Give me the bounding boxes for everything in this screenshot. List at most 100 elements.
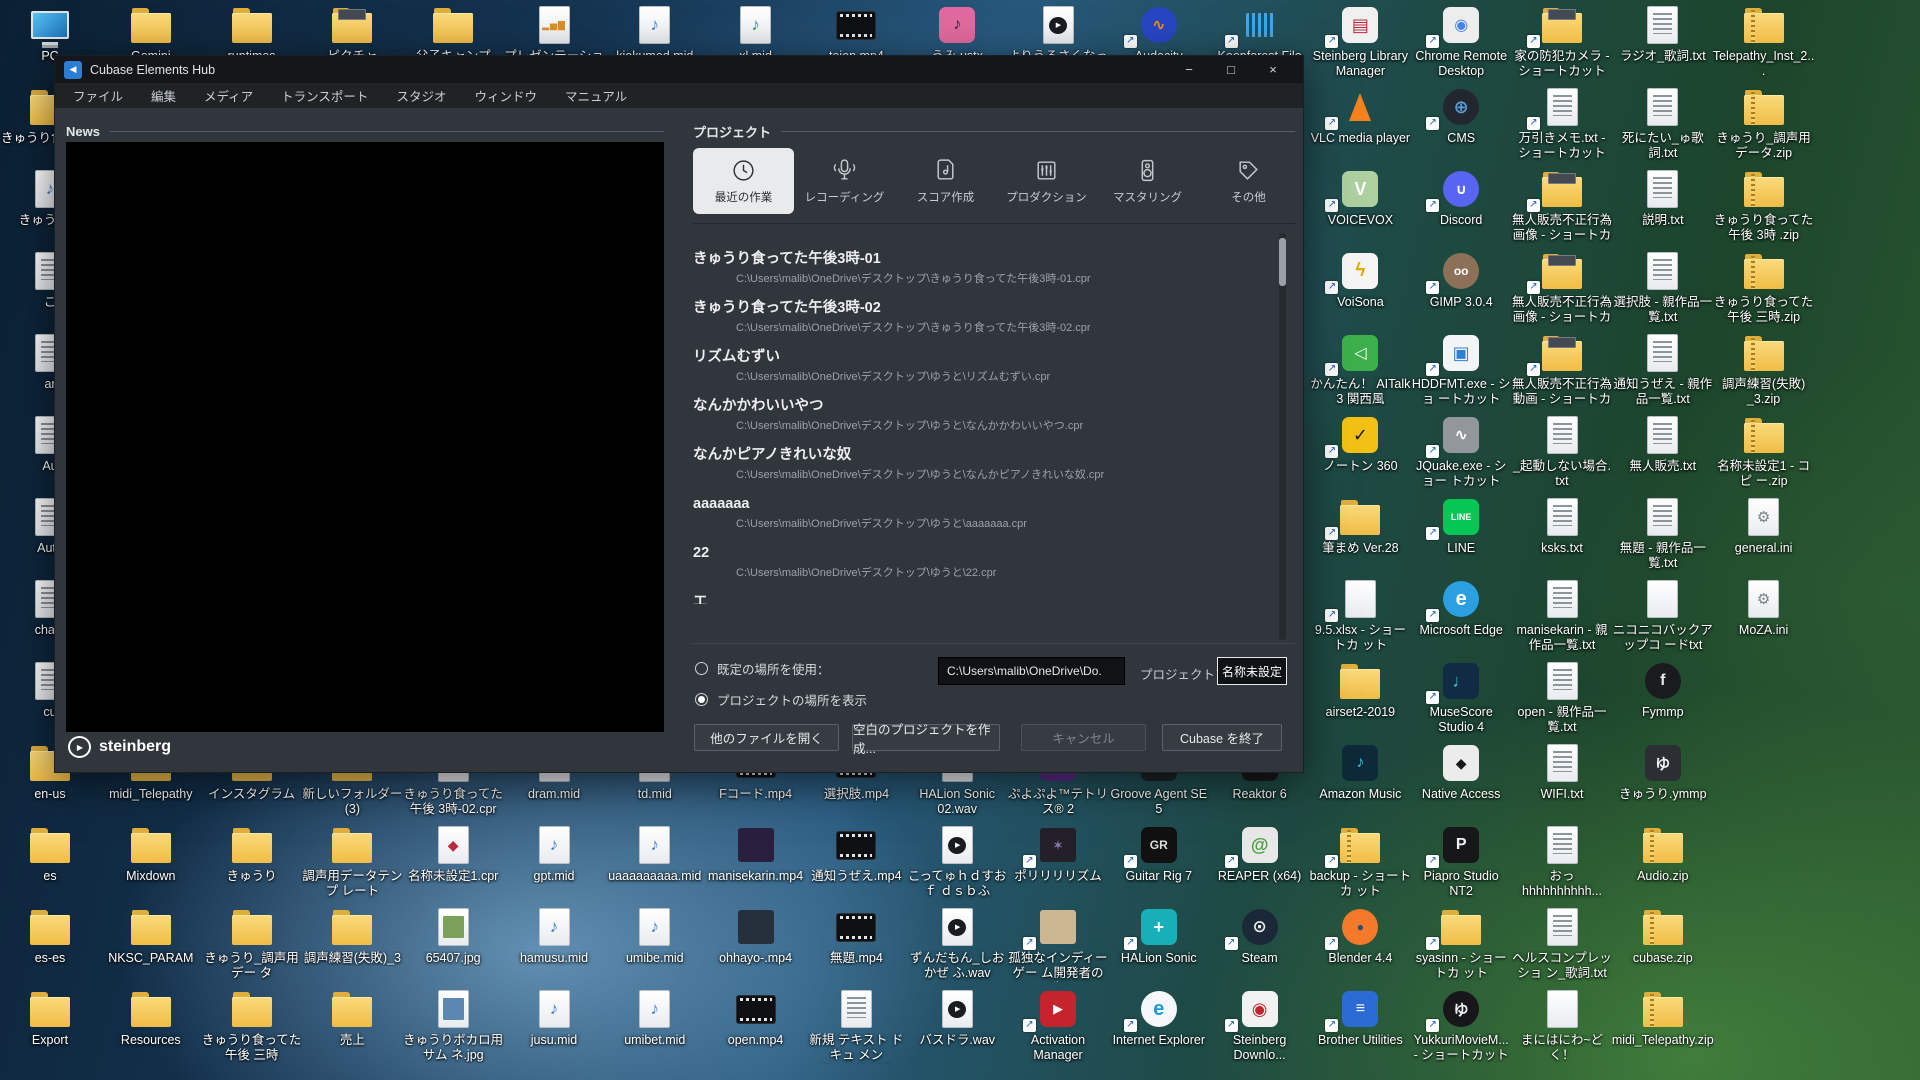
desktop-icon[interactable]: 説明.txt bbox=[1612, 168, 1714, 228]
tab-scoring[interactable]: スコア作成 bbox=[895, 148, 996, 214]
desktop-icon[interactable]: 無題.mp4 bbox=[805, 906, 907, 966]
desktop-icon[interactable]: ↗VLC media player bbox=[1309, 86, 1411, 146]
desktop-icon[interactable]: 売上 bbox=[301, 988, 403, 1048]
desktop-icon[interactable]: 無題 - 親作品一 覧.txt bbox=[1612, 496, 1714, 571]
project-entry[interactable]: きゅうり食ってた午後3時-02C:\Users\malib\OneDrive\デ… bbox=[693, 299, 1269, 336]
menu-manual[interactable]: マニュアル bbox=[551, 86, 641, 105]
tab-production[interactable]: プロダクション bbox=[996, 148, 1097, 214]
desktop-icon[interactable]: ⊙↗Steam bbox=[1209, 906, 1311, 966]
desktop-icon[interactable]: きゅうり食ってた午後 三時 bbox=[201, 988, 303, 1063]
radio-show-project-location[interactable]: プロジェクトの場所を表示 bbox=[695, 690, 867, 709]
desktop-icon[interactable]: ヘルスコンプレッショ ン_歌詞.txt bbox=[1511, 906, 1613, 981]
desktop-icon[interactable]: es bbox=[0, 824, 101, 884]
project-entry[interactable]: きゅうり食ってた午後3時-01C:\Users\malib\OneDrive\デ… bbox=[693, 250, 1269, 287]
desktop-icon[interactable]: ゆ↗YukkuriMovieM... - ショートカット bbox=[1410, 988, 1512, 1063]
desktop-icon[interactable]: Audio.zip bbox=[1612, 824, 1714, 884]
desktop-icon[interactable]: ▤↗Steinberg Library Manager bbox=[1309, 4, 1411, 79]
desktop-icon[interactable]: ⚙MoZA.ini bbox=[1713, 578, 1815, 638]
project-entry[interactable]: なんかピアノきれいな奴C:\Users\malib\OneDrive\デスクトッ… bbox=[693, 446, 1269, 483]
desktop-icon[interactable]: 通知うぜえ.mp4 bbox=[805, 824, 907, 884]
desktop-icon[interactable]: ▶こってゅｈｄすおｆ ｄｓｂふぁ.wav bbox=[906, 824, 1008, 900]
desktop-icon[interactable]: oo↗GIMP 3.0.4 bbox=[1410, 250, 1512, 310]
default-path-field[interactable]: C:\Users\malib\OneDrive\Do. bbox=[938, 657, 1125, 685]
desktop-icon[interactable]: ◆名称未設定1.cpr bbox=[402, 824, 504, 884]
desktop-icon[interactable]: ✶↗ポリリリリズム bbox=[1007, 824, 1109, 884]
desktop-icon[interactable]: きゅうり_調声用デー タ bbox=[201, 906, 303, 981]
desktop-icon[interactable]: 調声用データテンプ レート bbox=[301, 824, 403, 899]
desktop-icon[interactable]: きゅうり_調声用データ.zip bbox=[1713, 86, 1815, 161]
desktop-icon[interactable]: ♪hamusu.mid bbox=[503, 906, 605, 966]
menu-media[interactable]: メディア bbox=[190, 86, 267, 105]
list-scrollbar[interactable] bbox=[1279, 233, 1286, 640]
desktop-icon[interactable]: 調声練習(失敗) _3.zip bbox=[1713, 332, 1815, 407]
desktop-icon[interactable]: おっ hhhhhhhhhh... bbox=[1511, 824, 1613, 899]
quit-cubase-button[interactable]: Cubase を終了 bbox=[1162, 724, 1282, 751]
create-empty-project-button[interactable]: 空白のプロジェクトを作成... bbox=[852, 724, 1000, 751]
desktop-icon[interactable]: 無人販売.txt bbox=[1612, 414, 1714, 474]
desktop-icon[interactable]: 名称未設定1 - コピ ー.zip bbox=[1713, 414, 1815, 489]
desktop-icon[interactable]: ♪uaaaaaaaaa.mid bbox=[604, 824, 706, 884]
desktop-icon[interactable]: ✓↗ノートン 360 bbox=[1309, 414, 1411, 474]
desktop-icon[interactable]: ◉↗Chrome Remote Desktop bbox=[1410, 4, 1512, 79]
menu-window[interactable]: ウィンドウ bbox=[460, 86, 551, 105]
scrollbar-thumb[interactable] bbox=[1279, 238, 1286, 286]
desktop-icon[interactable]: 調声練習(失敗)_3 bbox=[301, 906, 403, 966]
desktop-icon[interactable]: ∪↗Discord bbox=[1410, 168, 1512, 228]
desktop-icon[interactable]: ksks.txt bbox=[1511, 496, 1613, 556]
desktop-icon[interactable]: @↗REAPER (x64) bbox=[1209, 824, 1311, 884]
desktop-icon[interactable]: ♪umibet.mid bbox=[604, 988, 706, 1048]
desktop-icon[interactable]: ニコニコバックアップコ ードtxt bbox=[1612, 578, 1714, 653]
radio-use-default-location[interactable]: 既定の場所を使用： bbox=[695, 659, 830, 678]
cancel-button[interactable]: キャンセル bbox=[1021, 724, 1146, 751]
desktop-icon[interactable]: ◉↗Steinberg Downlo... bbox=[1209, 988, 1311, 1063]
desktop-icon[interactable]: NKSC_PARAM bbox=[100, 906, 202, 966]
desktop-icon[interactable]: ↗無人販売不正行為 画像 - ショートカット bbox=[1511, 250, 1613, 326]
desktop-icon[interactable]: ≡↗Brother Utilities bbox=[1309, 988, 1411, 1048]
desktop-icon[interactable]: きゅうり bbox=[201, 824, 303, 884]
desktop-icon[interactable]: V↗VOICEVOX bbox=[1309, 168, 1411, 228]
desktop-icon[interactable]: ⊕↗CMS bbox=[1410, 86, 1512, 146]
desktop-icon[interactable]: ohhayo-.mp4 bbox=[705, 906, 807, 966]
desktop-icon[interactable]: ↗万引きメモ.txt - ショートカット bbox=[1511, 86, 1613, 161]
desktop-icon[interactable]: ▣↗HDDFMT.exe - ショ ートカット bbox=[1410, 332, 1512, 407]
desktop-icon[interactable]: Mixdown bbox=[100, 824, 202, 884]
desktop-icon[interactable]: ◆Native Access bbox=[1410, 742, 1512, 802]
minimize-button[interactable]: − bbox=[1168, 56, 1210, 83]
desktop-icon[interactable]: きゅうり食ってた午後 3時 .zip bbox=[1713, 168, 1815, 243]
desktop-icon[interactable]: P↗Piapro Studio NT2 bbox=[1410, 824, 1512, 899]
menu-file[interactable]: ファイル bbox=[59, 86, 137, 105]
menu-transport[interactable]: トランスポート bbox=[267, 86, 382, 105]
close-button[interactable]: × bbox=[1252, 56, 1294, 83]
desktop-icon[interactable]: e↗Internet Explorer bbox=[1108, 988, 1210, 1048]
desktop-icon[interactable]: fFymmp bbox=[1612, 660, 1714, 720]
desktop-icon[interactable]: 65407.jpg bbox=[402, 906, 504, 966]
desktop-icon[interactable]: e↗Microsoft Edge bbox=[1410, 578, 1512, 638]
desktop-icon[interactable]: ▶バスドラ.wav bbox=[906, 988, 1008, 1048]
desktop-icon[interactable]: 死にたい_ゅ歌詞.txt bbox=[1612, 86, 1714, 161]
desktop-icon[interactable]: cubase.zip bbox=[1612, 906, 1714, 966]
desktop-icon[interactable]: +↗HALion Sonic bbox=[1108, 906, 1210, 966]
desktop-icon[interactable]: ♪Amazon Music bbox=[1309, 742, 1411, 802]
desktop-icon[interactable]: きゅうり食ってた午後 三時.zip bbox=[1713, 250, 1815, 325]
project-name-field[interactable]: 名称未設定 bbox=[1217, 657, 1287, 685]
desktop-icon[interactable]: ゆきゅうり.ymmp bbox=[1612, 742, 1714, 802]
menu-studio[interactable]: スタジオ bbox=[382, 86, 460, 105]
desktop-icon[interactable]: ⚙general.ini bbox=[1713, 496, 1815, 556]
desktop-icon[interactable]: ♩↗MuseScore Studio 4 bbox=[1410, 660, 1512, 735]
maximize-button[interactable]: □ bbox=[1210, 56, 1252, 83]
open-other-file-button[interactable]: 他のファイルを開く bbox=[694, 724, 839, 751]
desktop-icon[interactable]: ↗syasinn - ショートカ ット bbox=[1410, 906, 1512, 981]
window-titlebar[interactable]: ◀ Cubase Elements Hub − □ × bbox=[55, 56, 1303, 83]
tab-mastering[interactable]: マスタリング bbox=[1097, 148, 1198, 214]
desktop-icon[interactable]: open.mp4 bbox=[705, 988, 807, 1048]
tab-recording[interactable]: レコーディング bbox=[794, 148, 895, 214]
desktop-icon[interactable]: manisekarin.mp4 bbox=[705, 824, 807, 884]
desktop-icon[interactable]: ▶ずんだもん_しおかぜ ふ.wav bbox=[906, 906, 1008, 981]
desktop-icon[interactable]: Telepathy_Inst_2... bbox=[1713, 4, 1815, 79]
desktop-icon[interactable]: ↗家の防犯カメラ - ショートカット bbox=[1511, 4, 1613, 79]
desktop-icon[interactable]: ∿↗JQuake.exe - ショー トカット bbox=[1410, 414, 1512, 489]
desktop-icon[interactable]: airset2-2019 bbox=[1309, 660, 1411, 720]
desktop-icon[interactable]: WIFI.txt bbox=[1511, 742, 1613, 802]
tab-recent[interactable]: 最近の作業 bbox=[693, 148, 794, 214]
desktop-icon[interactable]: ●↗Blender 4.4 bbox=[1309, 906, 1411, 966]
